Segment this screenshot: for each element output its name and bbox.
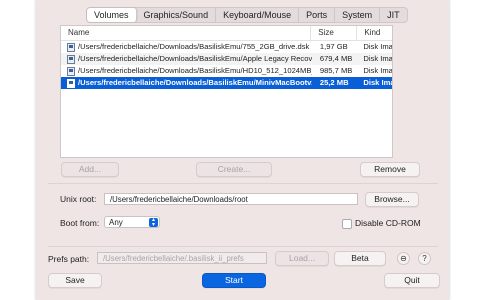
column-header-kind[interactable]: Kind [357, 26, 392, 40]
divider [48, 183, 438, 184]
disk-image-icon [67, 54, 75, 64]
table-row[interactable]: /Users/fredericbellaiche/Downloads/Basil… [61, 65, 392, 77]
help-icon[interactable]: ? [418, 252, 431, 265]
chevron-up-down-icon: ▴ ▾ [149, 217, 158, 228]
column-header-size[interactable]: Size [311, 26, 358, 40]
volume-size: 25,2 MB [319, 78, 349, 87]
browse-button[interactable]: Browse... [365, 192, 419, 207]
disk-image-icon [67, 78, 75, 88]
column-header-name[interactable]: Name [61, 26, 312, 40]
unix-root-field[interactable]: /Users/fredericbellaiche/Downloads/root [104, 193, 358, 205]
beta-button[interactable]: Beta [334, 251, 386, 266]
table-row[interactable]: /Users/fredericbellaiche/Downloads/Basil… [61, 53, 392, 65]
tab-bar: Volumes Graphics/Sound Keyboard/Mouse Po… [86, 7, 408, 23]
volume-kind: Disk Image [363, 54, 392, 63]
disk-image-icon [67, 66, 75, 76]
add-volume-button[interactable]: Add... [61, 162, 119, 177]
tab-graphics-sound[interactable]: Graphics/Sound [137, 8, 217, 22]
volume-size: 985,7 MB [319, 66, 353, 75]
start-button[interactable]: Start [202, 273, 266, 288]
table-row[interactable]: /Users/fredericbellaiche/Downloads/Basil… [61, 41, 392, 53]
volumes-table[interactable]: Name Size Kind /Users/fredericbellaiche/… [60, 25, 393, 158]
tab-ports[interactable]: Ports [299, 8, 336, 22]
disk-image-icon [67, 42, 75, 52]
unix-root-label: Unix root: [60, 194, 97, 204]
table-row-selected[interactable]: /Users/fredericbellaiche/Downloads/Basil… [61, 77, 392, 89]
table-header: Name Size Kind [61, 26, 392, 41]
volume-kind: Disk Image [363, 42, 392, 51]
disable-cdrom-checkbox[interactable] [342, 219, 352, 229]
prefs-path-field[interactable]: /Users/fredericbellaiche/.basilisk_ii_pr… [97, 252, 267, 264]
volume-path: /Users/fredericbellaiche/Downloads/Basil… [78, 42, 310, 51]
volume-path: /Users/fredericbellaiche/Downloads/Basil… [78, 78, 312, 87]
minus-icon[interactable]: ⊖ [397, 252, 410, 265]
divider [48, 246, 438, 247]
tab-keyboard-mouse[interactable]: Keyboard/Mouse [216, 8, 300, 22]
volume-path: /Users/fredericbellaiche/Downloads/Basil… [78, 54, 312, 63]
tab-volumes[interactable]: Volumes [87, 8, 137, 22]
volume-kind: Disk Image [363, 66, 392, 75]
boot-from-select[interactable]: Any ▴ ▾ [104, 216, 160, 228]
load-prefs-button[interactable]: Load... [275, 251, 329, 266]
disable-cdrom-label: Disable CD-ROM [355, 218, 421, 228]
quit-button[interactable]: Quit [384, 273, 440, 288]
create-volume-button[interactable]: Create... [196, 162, 272, 177]
remove-volume-button[interactable]: Remove [360, 162, 420, 177]
tab-system[interactable]: System [335, 8, 381, 22]
volume-path: /Users/fredericbellaiche/Downloads/Basil… [78, 66, 312, 75]
save-button[interactable]: Save [48, 273, 102, 288]
boot-from-label: Boot from: [60, 218, 100, 228]
volume-size: 679,4 MB [319, 54, 353, 63]
prefs-path-label: Prefs path: [48, 254, 90, 264]
volume-size: 1,97 GB [319, 42, 348, 51]
boot-from-value: Any [109, 218, 123, 227]
volume-kind: Disk Image [363, 78, 392, 87]
tab-jit[interactable]: JIT [380, 8, 407, 22]
